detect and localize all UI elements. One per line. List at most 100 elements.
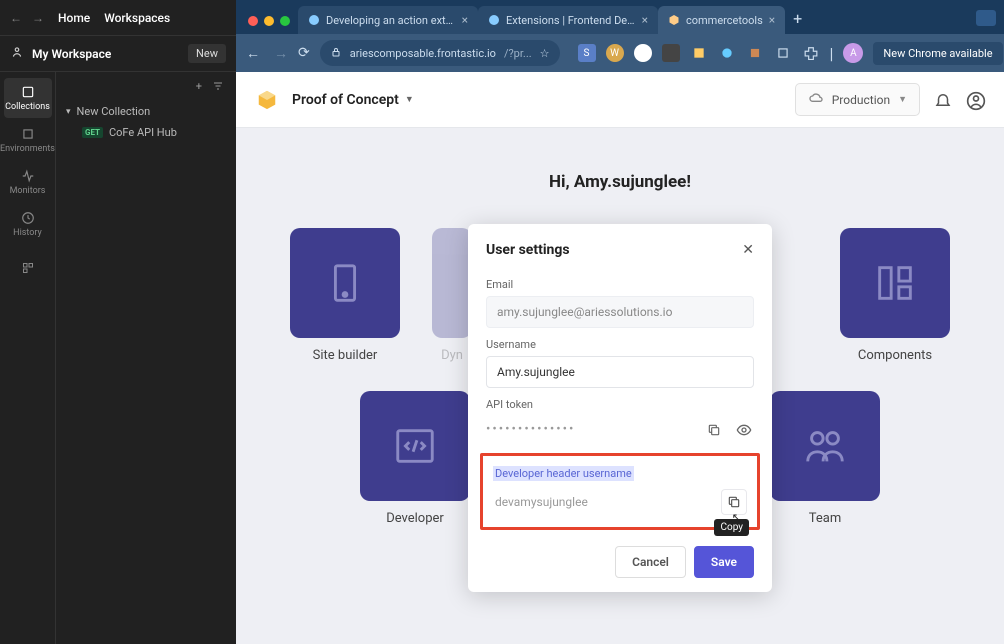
tile-developer[interactable]: Developer <box>360 391 470 526</box>
home-link[interactable]: Home <box>58 11 90 25</box>
tile-site-builder[interactable]: Site builder <box>290 228 400 363</box>
rail-collections-label: Collections <box>5 102 50 112</box>
api-token-value: •••••••••••••• <box>486 416 694 443</box>
page-header: Proof of Concept ▼ Production ▼ <box>236 72 1004 128</box>
browser-window: Developing an action extensi × Extension… <box>236 0 1004 644</box>
ext-icon[interactable] <box>690 44 708 62</box>
copy-tooltip: Copy <box>714 519 749 536</box>
user-settings-modal: User settings ✕ Email amy.sujunglee@arie… <box>468 224 772 592</box>
modal-title: User settings <box>486 242 570 258</box>
extension-icons: S W | A New Chrome available ⋮ <box>578 42 1004 65</box>
ext-icon[interactable] <box>774 44 792 62</box>
notifications-icon[interactable] <box>934 91 952 109</box>
tab-1[interactable]: Developing an action extensi × <box>298 6 478 34</box>
ext-icon[interactable]: S <box>578 44 596 62</box>
tab-favicon-icon <box>308 14 320 26</box>
project-selector[interactable]: Proof of Concept ▼ <box>292 92 414 108</box>
workspaces-link[interactable]: Workspaces <box>104 11 170 25</box>
monitors-icon <box>20 168 36 184</box>
tab-close-icon[interactable]: × <box>769 13 775 27</box>
project-name: Proof of Concept <box>292 92 399 108</box>
collections-icon <box>20 84 36 100</box>
chrome-update-button[interactable]: New Chrome available <box>873 42 1002 65</box>
address-bar: ← → ⟳ ariescomposable.frontastic.io/?pr.… <box>236 34 1004 72</box>
nav-arrows: ← → <box>10 11 44 25</box>
cloud-icon <box>808 90 824 109</box>
url-field[interactable]: ariescomposable.frontastic.io/?pr... ☆ <box>320 40 560 66</box>
collections-panel: + ▾ New Collection GET CoFe API Hub <box>56 72 236 644</box>
add-icon[interactable]: + <box>196 80 202 95</box>
ext-icon[interactable] <box>746 44 764 62</box>
tab-2[interactable]: Extensions | Frontend Develo × <box>478 6 658 34</box>
site-settings-icon[interactable] <box>330 46 342 61</box>
save-button[interactable]: Save <box>694 546 754 578</box>
separator: | <box>830 44 834 63</box>
collection-folder[interactable]: ▾ New Collection <box>60 101 232 122</box>
maximize-window-icon[interactable] <box>280 16 290 26</box>
tile-team[interactable]: Team <box>770 391 880 526</box>
environment-selector[interactable]: Production ▼ <box>795 83 920 116</box>
tab-close-icon[interactable]: × <box>462 13 468 27</box>
puzzle-icon[interactable] <box>802 44 820 62</box>
forward-arrow-icon[interactable]: → <box>32 11 44 25</box>
back-arrow-icon[interactable]: ← <box>10 11 22 25</box>
minimize-window-icon[interactable] <box>264 16 274 26</box>
rail-environments-label: Environments <box>0 144 55 154</box>
tab-label: Developing an action extensi <box>326 14 456 27</box>
tab-favicon-icon <box>668 14 680 26</box>
ext-icon[interactable] <box>662 44 680 62</box>
tile-label: Site builder <box>313 348 378 363</box>
profile-avatar[interactable]: A <box>843 43 863 63</box>
window-expand-icon[interactable] <box>976 10 996 26</box>
rail-more[interactable] <box>4 254 52 284</box>
rail-history-label: History <box>13 228 42 238</box>
reveal-token-icon[interactable] <box>734 420 754 440</box>
rail-history[interactable]: History <box>4 204 52 244</box>
app-logo-icon[interactable] <box>256 89 278 111</box>
user-menu-icon[interactable] <box>966 91 984 109</box>
ext-icon[interactable]: W <box>606 44 624 62</box>
tile-label: Team <box>809 511 842 526</box>
request-name: CoFe API Hub <box>109 126 177 139</box>
grid-icon <box>20 260 36 276</box>
ext-icon[interactable] <box>634 44 652 62</box>
new-button[interactable]: New <box>188 44 226 63</box>
postman-sidebar: ← → Home Workspaces My Workspace New Col… <box>0 0 236 644</box>
request-item[interactable]: GET CoFe API Hub <box>60 122 232 143</box>
filter-icon[interactable] <box>212 80 224 95</box>
sidebar-rail: Collections Environments Monitors Histor… <box>0 72 56 644</box>
tab-3[interactable]: commercetools × <box>658 6 785 34</box>
postman-topbar: ← → Home Workspaces <box>0 0 236 36</box>
close-window-icon[interactable] <box>248 16 258 26</box>
collection-name: New Collection <box>77 105 151 118</box>
url-host: ariescomposable.frontastic.io <box>350 47 496 60</box>
tab-close-icon[interactable]: × <box>642 13 648 27</box>
close-icon[interactable]: ✕ <box>742 242 754 258</box>
history-icon <box>20 210 36 226</box>
copy-token-icon[interactable] <box>704 420 724 440</box>
chevron-down-icon: ▼ <box>405 94 414 105</box>
tile-components[interactable]: Components <box>840 228 950 363</box>
rail-monitors-label: Monitors <box>10 186 46 196</box>
browser-back-icon[interactable]: ← <box>246 45 260 62</box>
username-input[interactable] <box>486 356 754 388</box>
star-icon[interactable]: ☆ <box>540 47 550 60</box>
browser-forward-icon[interactable]: → <box>274 45 288 62</box>
email-field: amy.sujunglee@ariessolutions.io <box>486 296 754 328</box>
workspace-name[interactable]: My Workspace <box>32 47 111 61</box>
tab-strip: Developing an action extensi × Extension… <box>236 0 1004 34</box>
tab-favicon-icon <box>488 14 500 26</box>
email-label: Email <box>486 278 754 291</box>
ext-icon[interactable] <box>718 44 736 62</box>
cancel-button[interactable]: Cancel <box>615 546 686 578</box>
workspace-header: My Workspace New <box>0 36 236 72</box>
method-badge: GET <box>82 127 103 138</box>
reload-icon[interactable]: ⟳ <box>298 45 310 61</box>
workspace-icon <box>10 45 24 62</box>
rail-collections[interactable]: Collections <box>4 78 52 118</box>
rail-monitors[interactable]: Monitors <box>4 162 52 202</box>
tile-dyn[interactable]: Dyn <box>432 228 472 363</box>
new-tab-button[interactable]: + <box>785 9 810 34</box>
rail-environments[interactable]: Environments <box>4 120 52 160</box>
developer-username-highlight: Developer header username devamysujungle… <box>480 453 760 530</box>
